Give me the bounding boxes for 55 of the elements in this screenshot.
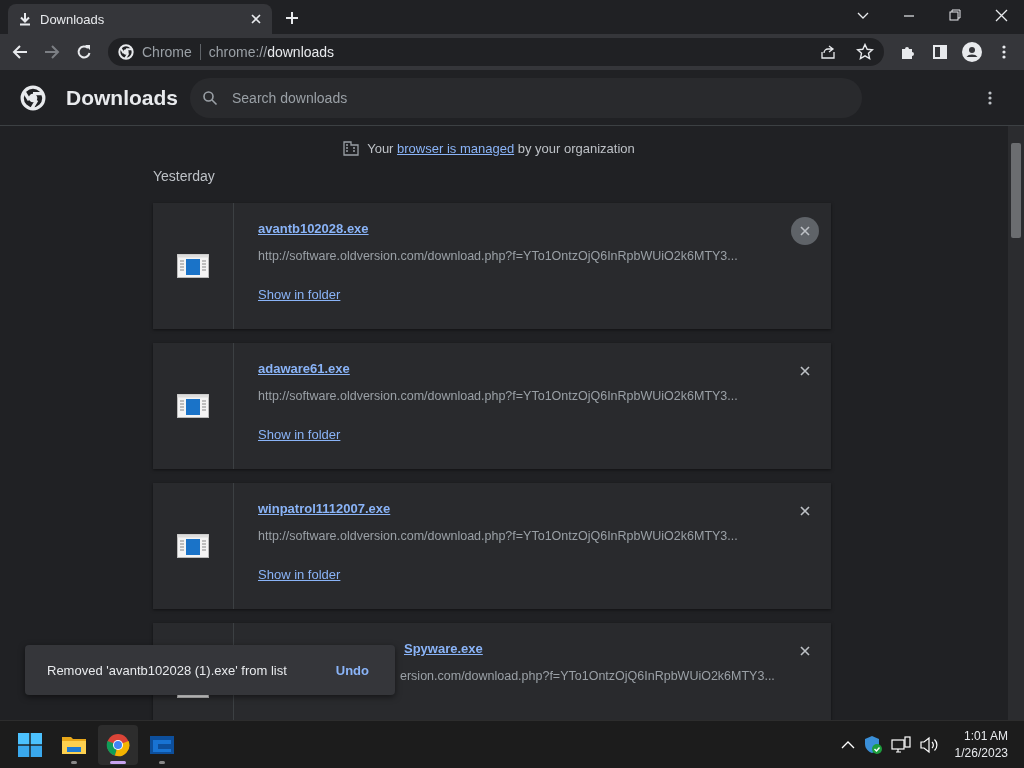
tab-title: Downloads bbox=[40, 11, 106, 27]
show-in-folder-link[interactable]: Show in folder bbox=[258, 427, 341, 442]
close-icon[interactable] bbox=[250, 13, 262, 25]
undo-button[interactable]: Undo bbox=[331, 658, 373, 682]
exe-file-icon bbox=[177, 534, 209, 558]
search-field[interactable]: Search downloads bbox=[190, 77, 862, 118]
building-icon bbox=[343, 140, 360, 156]
source-url: http://software.oldversion.com/download.php?f=YTo1OntzOjQ6InRpbWUiO2k6MTY3... bbox=[258, 389, 739, 403]
browser-tab[interactable]: Downloads bbox=[8, 4, 272, 34]
remove-button[interactable] bbox=[791, 217, 819, 245]
network-icon[interactable] bbox=[890, 735, 911, 754]
show-in-folder-link[interactable]: Show in folder bbox=[258, 287, 341, 302]
source-url: ersion.com/download.php?f=YTo1OntzOjQ6InRpbWUiO2k6MTY3... bbox=[400, 669, 776, 683]
file-name-link[interactable]: adaware61.exe bbox=[258, 361, 350, 376]
close-icon bbox=[800, 366, 810, 376]
exe-file-icon bbox=[177, 394, 209, 418]
close-icon bbox=[800, 646, 810, 656]
menu-icon[interactable] bbox=[988, 89, 992, 106]
managed-link[interactable]: browser is managed bbox=[397, 140, 515, 156]
chrome-logo bbox=[20, 84, 46, 111]
app-icon bbox=[149, 733, 175, 756]
shield-icon[interactable] bbox=[862, 734, 883, 755]
back-icon[interactable] bbox=[12, 44, 28, 60]
scrollbar[interactable] bbox=[1008, 126, 1024, 720]
address-bar[interactable]: Chrome chrome://downloads bbox=[108, 38, 884, 66]
show-in-folder-link[interactable]: Show in folder bbox=[258, 567, 341, 582]
exe-file-icon bbox=[177, 254, 209, 278]
file-name-link[interactable]: Spyware.exe bbox=[404, 641, 483, 656]
url-text: chrome://downloads bbox=[208, 44, 335, 60]
chrome-icon bbox=[118, 44, 134, 60]
volume-icon[interactable] bbox=[918, 735, 939, 754]
file-name-link[interactable]: winpatrol1112007.exe bbox=[258, 501, 391, 516]
close-icon bbox=[800, 506, 810, 516]
source-url: http://software.oldversion.com/download.php?f=YTo1OntzOjQ6InRpbWUiO2k6MTY3... bbox=[258, 529, 739, 543]
file-name-link[interactable]: avantb102028.exe bbox=[258, 221, 369, 236]
chevron-up-icon[interactable] bbox=[840, 739, 855, 750]
clock-date[interactable]: 1/26/2023 bbox=[954, 746, 1008, 760]
site-label: Chrome bbox=[142, 44, 192, 60]
windows-logo-icon bbox=[18, 732, 42, 757]
search-icon bbox=[202, 89, 218, 106]
star-icon[interactable] bbox=[856, 43, 874, 61]
forward-icon[interactable] bbox=[44, 44, 60, 60]
clock-time[interactable]: 1:01 AM bbox=[963, 729, 1008, 743]
share-icon[interactable] bbox=[820, 44, 836, 60]
chrome-icon bbox=[106, 732, 130, 757]
reload-icon[interactable] bbox=[76, 44, 92, 60]
new-tab-icon[interactable] bbox=[285, 11, 299, 25]
section-heading: Yesterday bbox=[153, 168, 216, 184]
toast-message: Removed 'avantb102028 (1).exe' from list bbox=[47, 662, 288, 678]
source-url: http://software.oldversion.com/download.php?f=YTo1OntzOjQ6InRpbWUiO2k6MTY3... bbox=[258, 249, 739, 263]
managed-notice: Your browser is managed by your organization bbox=[367, 140, 635, 156]
taskbar-app[interactable] bbox=[98, 724, 138, 765]
page-title: Downloads bbox=[66, 85, 178, 110]
download-icon bbox=[18, 12, 32, 26]
close-icon bbox=[800, 226, 810, 236]
